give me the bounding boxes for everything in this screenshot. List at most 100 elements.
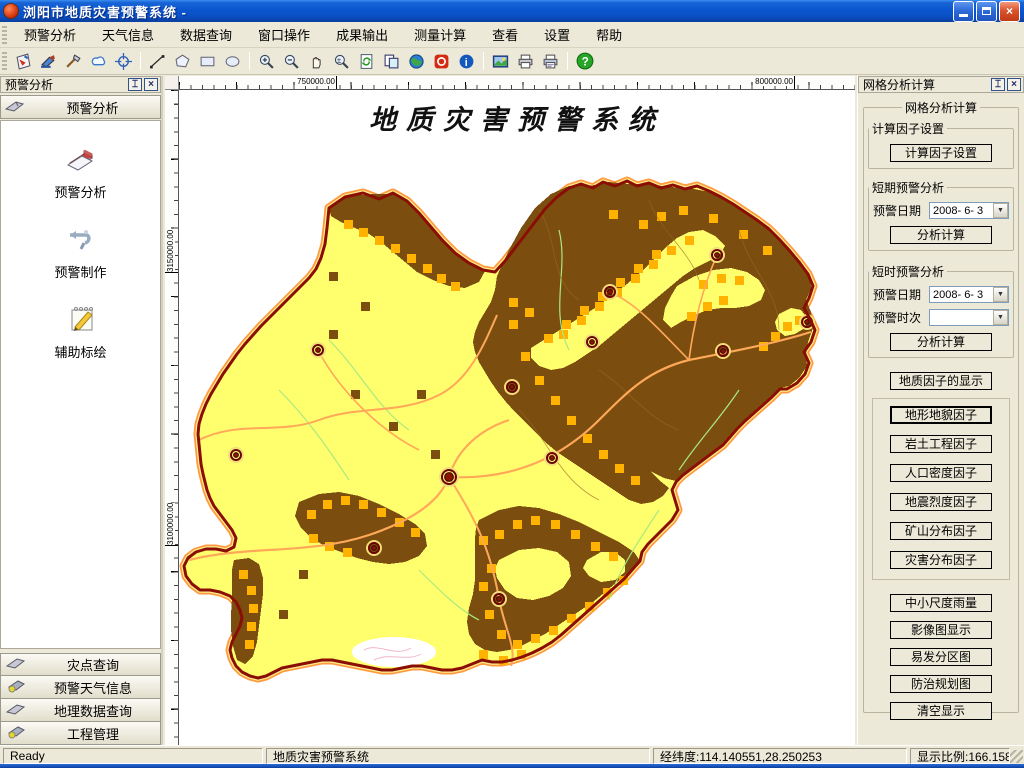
tools-icon[interactable] xyxy=(62,50,85,72)
draw-polygon-icon[interactable] xyxy=(171,50,194,72)
seismic-factor-button[interactable]: 地震烈度因子 xyxy=(890,493,992,511)
print-preview-icon[interactable] xyxy=(539,50,562,72)
nav-item-warning-analysis[interactable]: 预警分析 xyxy=(1,143,160,201)
menu-bar: 预警分析 天气信息 数据查询 窗口操作 成果输出 测量计算 查看 设置 帮助 xyxy=(0,22,1024,48)
short-time-analyze-button[interactable]: 分析计算 xyxy=(890,333,992,351)
chevron-down-icon[interactable]: ▼ xyxy=(993,203,1008,218)
minimize-button[interactable] xyxy=(953,1,974,22)
terrain-factor-button[interactable]: 地形地貌因子 xyxy=(890,406,992,424)
short-time-date-combo[interactable]: 2008- 6- 3 ▼ xyxy=(929,286,1009,303)
section-label: 预警分析 xyxy=(25,98,160,117)
menu-grip[interactable] xyxy=(2,26,7,44)
calc-factor-group: 计算因子设置 计算因子设置 xyxy=(868,120,1014,169)
warning-analysis-icon[interactable] xyxy=(12,50,35,72)
help-icon[interactable]: ? xyxy=(573,50,596,72)
right-panel: 网格分析计算 ⌶ × 网格分析计算 计算因子设置 计算因子设置 短期预警分析 预… xyxy=(857,76,1024,745)
geo-factor-display-button[interactable]: 地质因子的显示 xyxy=(890,372,992,390)
geotech-factor-button[interactable]: 岩土工程因子 xyxy=(890,435,992,453)
menu-help[interactable]: 帮助 xyxy=(583,21,635,48)
status-bar: Ready 地质灾害预警系统 经纬度:114.140551,28.250253 … xyxy=(0,745,1024,764)
susceptibility-map-button[interactable]: 易发分区图 xyxy=(890,648,992,666)
nav-item-annotate[interactable]: 辅助标绘 xyxy=(1,303,160,361)
close-icon[interactable]: × xyxy=(144,78,158,91)
short-term-analyze-button[interactable]: 分析计算 xyxy=(890,226,992,244)
population-factor-button[interactable]: 人口密度因子 xyxy=(890,464,992,482)
grid-analysis-group: 网格分析计算 计算因子设置 计算因子设置 短期预警分析 预警日期 2008- 6… xyxy=(863,99,1019,713)
window-edge xyxy=(0,764,1024,768)
restore-button[interactable] xyxy=(976,1,997,22)
weather-tool-icon xyxy=(6,679,26,696)
overview-map-icon[interactable] xyxy=(489,50,512,72)
pin-icon[interactable]: ⌶ xyxy=(991,78,1005,91)
chevron-down-icon[interactable]: ▼ xyxy=(993,287,1008,302)
short-time-times-combo[interactable]: ▼ xyxy=(929,309,1009,326)
svg-text:±: ± xyxy=(337,54,342,64)
menu-weather-info[interactable]: 天气信息 xyxy=(89,21,167,48)
print-icon[interactable] xyxy=(514,50,537,72)
svg-text:?: ? xyxy=(581,55,588,69)
close-button[interactable]: × xyxy=(999,1,1020,22)
refresh-icon[interactable] xyxy=(355,50,378,72)
warning-date-label: 预警日期 xyxy=(873,286,929,303)
globe-icon[interactable] xyxy=(405,50,428,72)
draw-line-icon[interactable] xyxy=(146,50,169,72)
menu-settings[interactable]: 设置 xyxy=(531,21,583,48)
locate-crosshair-icon[interactable] xyxy=(112,50,135,72)
weather-cloud-icon[interactable] xyxy=(87,50,110,72)
zoom-out-icon[interactable] xyxy=(280,50,303,72)
warning-make-icon[interactable] xyxy=(37,50,60,72)
menu-window-ops[interactable]: 窗口操作 xyxy=(245,21,323,48)
bar-geodata-query[interactable]: 地理数据查询 xyxy=(0,699,161,722)
close-icon[interactable]: × xyxy=(1007,78,1021,91)
disaster-factor-button[interactable]: 灾害分布因子 xyxy=(890,551,992,569)
menu-data-query[interactable]: 数据查询 xyxy=(167,21,245,48)
bar-disaster-query[interactable]: 灾点查询 xyxy=(0,653,161,676)
menu-warning-analysis[interactable]: 预警分析 xyxy=(11,21,89,48)
zoom-extent-icon[interactable]: ± xyxy=(330,50,353,72)
bar-label: 地理数据查询 xyxy=(26,701,160,720)
notepad-pencil-icon xyxy=(64,303,98,335)
prevention-plan-button[interactable]: 防治规划图 xyxy=(890,675,992,693)
grid-analysis-group-title: 网格分析计算 xyxy=(902,99,980,116)
left-panel-header: 预警分析 ⌶ × xyxy=(0,76,161,93)
left-panel-title: 预警分析 xyxy=(5,76,126,93)
ruler-label: 750000.00 xyxy=(296,77,336,86)
menu-view[interactable]: 查看 xyxy=(479,21,531,48)
plane-tool-icon xyxy=(6,656,26,673)
vertical-ruler: 3150000.00 3100000.00 xyxy=(165,90,179,745)
mine-factor-button[interactable]: 矿山分布因子 xyxy=(890,522,992,540)
map-area: 750000.00 800000.00 3150000.00 3100000.0… xyxy=(165,76,855,745)
warning-date-label: 预警日期 xyxy=(873,202,929,219)
section-bar-warning-analysis[interactable]: 预警分析 xyxy=(0,95,161,119)
tool-bar: ± i ? xyxy=(0,48,1024,75)
short-term-group-title: 短期预警分析 xyxy=(869,179,947,196)
calc-factor-settings-button[interactable]: 计算因子设置 xyxy=(890,144,992,162)
nav-item-warning-make[interactable]: 预警制作 xyxy=(1,223,160,281)
clear-display-button[interactable]: 清空显示 xyxy=(890,702,992,720)
short-time-group: 短时预警分析 预警日期 2008- 6- 3 ▼ 预警时次 ▼ xyxy=(868,263,1014,358)
map-canvas[interactable]: 地质灾害预警系统 xyxy=(179,90,855,745)
stop-icon[interactable] xyxy=(430,50,453,72)
draw-ellipse-icon[interactable] xyxy=(221,50,244,72)
plane-tool-icon xyxy=(6,702,26,719)
pin-icon[interactable]: ⌶ xyxy=(128,78,142,91)
bar-warning-weather[interactable]: 预警天气信息 xyxy=(0,676,161,699)
menu-measure-calc[interactable]: 测量计算 xyxy=(401,21,479,48)
image-display-button[interactable]: 影像图显示 xyxy=(890,621,992,639)
info-icon[interactable]: i xyxy=(455,50,478,72)
draw-rect-icon[interactable] xyxy=(196,50,219,72)
ruler-label: 800000.00 xyxy=(754,77,794,86)
rainfall-button[interactable]: 中小尺度雨量 xyxy=(890,594,992,612)
chevron-down-icon[interactable]: ▼ xyxy=(993,310,1008,325)
toolbar-grip[interactable] xyxy=(2,52,7,70)
copy-map-icon[interactable] xyxy=(380,50,403,72)
nav-label: 辅助标绘 xyxy=(1,342,160,361)
resize-grip[interactable] xyxy=(1010,750,1023,763)
menu-result-output[interactable]: 成果输出 xyxy=(323,21,401,48)
calc-factor-group-title: 计算因子设置 xyxy=(869,120,947,137)
zoom-in-icon[interactable] xyxy=(255,50,278,72)
pan-hand-icon[interactable] xyxy=(305,50,328,72)
short-term-date-combo[interactable]: 2008- 6- 3 ▼ xyxy=(929,202,1009,219)
project-tool-icon xyxy=(6,725,26,742)
bar-project-manage[interactable]: 工程管理 xyxy=(0,722,161,745)
